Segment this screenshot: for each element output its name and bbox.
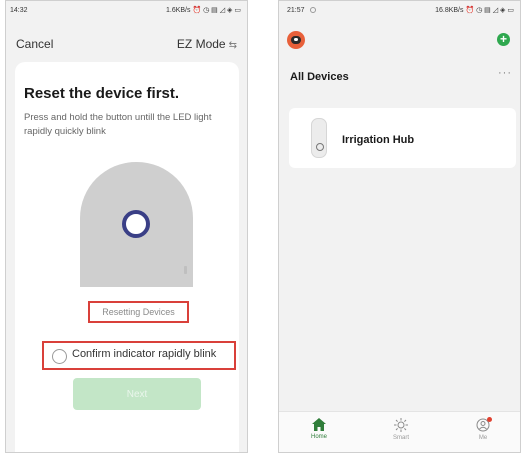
device-card-irrigation-hub[interactable]: Irrigation Hub	[289, 108, 516, 168]
plus-circle-icon[interactable]: +	[497, 33, 510, 46]
status-bar: 21:57 16.8KB/s ⏰ ◷ ▤ ◿ ◈ ▭	[279, 1, 520, 23]
resetting-devices-link[interactable]: Resetting Devices	[88, 301, 189, 323]
avatar[interactable]	[287, 31, 305, 49]
tab-home-label: Home	[310, 434, 327, 440]
cancel-button[interactable]: Cancel	[16, 37, 53, 51]
next-button[interactable]: Next	[73, 378, 201, 410]
tab-home[interactable]: Home	[289, 418, 349, 440]
led-indicator-icon	[184, 266, 187, 274]
tab-smart-label: Smart	[392, 435, 409, 441]
status-icons: 16.8KB/s ⏰ ◷ ▤ ◿ ◈ ▭	[435, 7, 514, 14]
robot-face-icon	[291, 36, 301, 44]
bottom-tab-bar: Home Smart Me	[279, 411, 520, 452]
status-time: 14:32	[10, 7, 28, 14]
page-title: Reset the device first.	[24, 85, 180, 102]
status-time: 21:57	[287, 7, 316, 14]
confirm-indicator-option[interactable]: Confirm indicator rapidly blink	[42, 341, 236, 370]
home-icon	[312, 418, 326, 431]
swap-icon: ⇆	[228, 40, 237, 51]
reset-instruction: Press and hold the button untill the LED…	[24, 112, 212, 137]
notification-badge	[487, 417, 492, 422]
device-name: Irrigation Hub	[342, 134, 415, 146]
confirm-radio[interactable]	[52, 349, 67, 364]
ez-mode-label: EZ Mode	[176, 37, 226, 51]
ez-mode-button[interactable]: EZ Mode ⇆	[177, 37, 237, 51]
status-icons: 1.6KB/s ⏰ ◷ ▤ ◿ ◈ ▭	[165, 7, 241, 14]
hub-plug-icon	[311, 118, 327, 158]
status-bar: 14:32 1.6KB/s ⏰ ◷ ▤ ◿ ◈ ▭	[6, 1, 247, 23]
robot-eye-icon	[294, 38, 298, 41]
device-illustration	[80, 162, 193, 287]
plug-socket-icon	[316, 143, 324, 151]
notification-dot-icon	[309, 7, 316, 14]
tab-smart[interactable]: Smart	[371, 418, 431, 441]
tab-me-label: Me	[478, 435, 488, 441]
confirm-indicator-label: Confirm indicator rapidly blink	[72, 348, 217, 360]
tab-me[interactable]: Me	[453, 417, 513, 441]
more-options-icon[interactable]: ···	[498, 67, 512, 79]
all-devices-title: All Devices	[290, 71, 349, 83]
reset-button-ring-icon	[122, 210, 150, 238]
home-screen: 21:57 16.8KB/s ⏰ ◷ ▤ ◿ ◈ ▭ + All Devices…	[278, 0, 521, 453]
status-time-text: 21:57	[287, 7, 305, 14]
sun-icon	[394, 418, 408, 432]
reset-device-screen: 14:32 1.6KB/s ⏰ ◷ ▤ ◿ ◈ ▭ Cancel EZ Mode…	[5, 0, 248, 453]
